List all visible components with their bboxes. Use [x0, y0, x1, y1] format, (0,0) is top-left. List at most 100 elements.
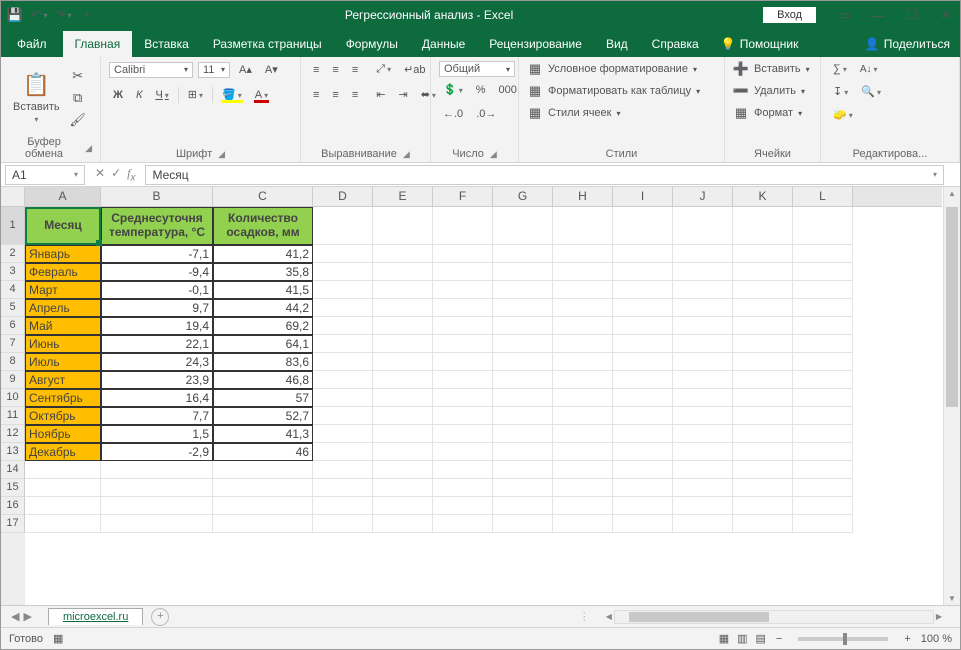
cell[interactable] — [553, 281, 613, 299]
scrollbar-thumb[interactable] — [629, 612, 769, 622]
cell[interactable] — [101, 515, 213, 533]
cell-precipitation[interactable]: 69,2 — [213, 317, 313, 335]
undo-icon[interactable]: ↶ — [31, 7, 47, 23]
wrap-text-icon[interactable]: ↵ab — [400, 61, 429, 78]
increase-decimal-icon[interactable]: ←.0 — [439, 106, 467, 122]
cell[interactable] — [733, 515, 793, 533]
cell[interactable] — [553, 407, 613, 425]
cell[interactable] — [433, 207, 493, 245]
cell[interactable] — [613, 263, 673, 281]
cell[interactable] — [101, 461, 213, 479]
zoom-slider[interactable] — [798, 637, 888, 641]
paste-button[interactable]: 📋 Вставить ▾ — [9, 69, 64, 126]
cell[interactable] — [493, 443, 553, 461]
sort-filter-button[interactable]: A↓ — [856, 62, 882, 77]
cell[interactable] — [313, 281, 373, 299]
column-header-L[interactable]: L — [793, 187, 853, 206]
cell[interactable] — [793, 371, 853, 389]
cell[interactable] — [673, 479, 733, 497]
cell[interactable] — [733, 389, 793, 407]
tab-view[interactable]: Вид — [594, 31, 640, 57]
cell[interactable] — [433, 425, 493, 443]
cell[interactable] — [673, 425, 733, 443]
clear-button[interactable]: 🧽 — [829, 106, 857, 123]
column-header-G[interactable]: G — [493, 187, 553, 206]
cut-icon[interactable]: ✂ — [70, 68, 86, 84]
cell[interactable] — [613, 443, 673, 461]
cell[interactable] — [553, 263, 613, 281]
cell[interactable] — [613, 515, 673, 533]
cell[interactable] — [613, 425, 673, 443]
format-as-table-button[interactable]: ▦Форматировать как таблицу▾ — [527, 83, 716, 99]
cell[interactable] — [673, 353, 733, 371]
cell[interactable] — [433, 281, 493, 299]
cell-month[interactable]: Апрель — [25, 299, 101, 317]
cell[interactable] — [733, 281, 793, 299]
cell[interactable] — [313, 371, 373, 389]
cell[interactable] — [313, 389, 373, 407]
cell-precipitation[interactable]: 46,8 — [213, 371, 313, 389]
cell-precipitation[interactable]: 41,2 — [213, 245, 313, 263]
minimize-icon[interactable]: — — [870, 7, 886, 23]
cell-precipitation[interactable]: 41,3 — [213, 425, 313, 443]
cell[interactable] — [373, 443, 433, 461]
cell[interactable] — [733, 263, 793, 281]
cell[interactable] — [793, 425, 853, 443]
cell[interactable] — [373, 299, 433, 317]
tab-data[interactable]: Данные — [410, 31, 477, 57]
scroll-right-icon[interactable]: ▶ — [936, 612, 942, 621]
cell[interactable] — [373, 371, 433, 389]
fill-color-button[interactable]: 🪣 — [218, 86, 246, 103]
cell[interactable] — [553, 461, 613, 479]
row-header-6[interactable]: 6 — [1, 317, 25, 335]
dialog-launcher-icon[interactable]: ◢ — [85, 143, 92, 154]
cell[interactable] — [733, 299, 793, 317]
dialog-launcher-icon[interactable]: ◢ — [218, 149, 225, 160]
header-temperature[interactable]: Среднесуточня температура, °C — [101, 207, 213, 245]
cell[interactable] — [673, 407, 733, 425]
cell[interactable] — [433, 443, 493, 461]
cell[interactable] — [433, 335, 493, 353]
cell[interactable] — [793, 335, 853, 353]
cell-precipitation[interactable]: 41,5 — [213, 281, 313, 299]
cell[interactable] — [733, 443, 793, 461]
number-format-select[interactable]: Общий▾ — [439, 61, 515, 77]
cell-temperature[interactable]: 19,4 — [101, 317, 213, 335]
cell[interactable] — [553, 207, 613, 245]
scroll-down-icon[interactable]: ▼ — [948, 594, 956, 603]
tab-formulas[interactable]: Формулы — [334, 31, 410, 57]
cell-month[interactable]: Октябрь — [25, 407, 101, 425]
cell[interactable] — [733, 497, 793, 515]
cell[interactable] — [553, 389, 613, 407]
cell[interactable] — [793, 461, 853, 479]
cell[interactable] — [733, 317, 793, 335]
cell[interactable] — [373, 207, 433, 245]
cell[interactable] — [313, 335, 373, 353]
cell[interactable] — [793, 353, 853, 371]
cell[interactable] — [313, 407, 373, 425]
cell-temperature[interactable]: 24,3 — [101, 353, 213, 371]
increase-font-icon[interactable]: A▴ — [235, 61, 256, 78]
formula-input[interactable]: Месяц▾ — [145, 165, 944, 185]
cell[interactable] — [25, 497, 101, 515]
cell[interactable] — [313, 425, 373, 443]
zoom-level[interactable]: 100 % — [921, 633, 952, 645]
cell[interactable] — [373, 497, 433, 515]
cell-temperature[interactable]: 7,7 — [101, 407, 213, 425]
font-size-select[interactable]: 11▾ — [198, 62, 230, 78]
row-header-1[interactable]: 1 — [1, 207, 25, 245]
scrollbar-thumb[interactable] — [946, 207, 958, 407]
cell[interactable] — [793, 515, 853, 533]
cell-precipitation[interactable]: 52,7 — [213, 407, 313, 425]
cell[interactable] — [101, 479, 213, 497]
font-color-button[interactable]: A — [251, 87, 272, 103]
cell[interactable] — [613, 317, 673, 335]
column-header-K[interactable]: K — [733, 187, 793, 206]
accounting-format-icon[interactable]: 💲 — [439, 81, 467, 98]
cell[interactable] — [553, 425, 613, 443]
cell[interactable] — [793, 281, 853, 299]
tab-page-layout[interactable]: Разметка страницы — [201, 31, 334, 57]
cell[interactable] — [433, 515, 493, 533]
cell-month[interactable]: Март — [25, 281, 101, 299]
align-bottom-icon[interactable]: ≡ — [348, 62, 362, 78]
